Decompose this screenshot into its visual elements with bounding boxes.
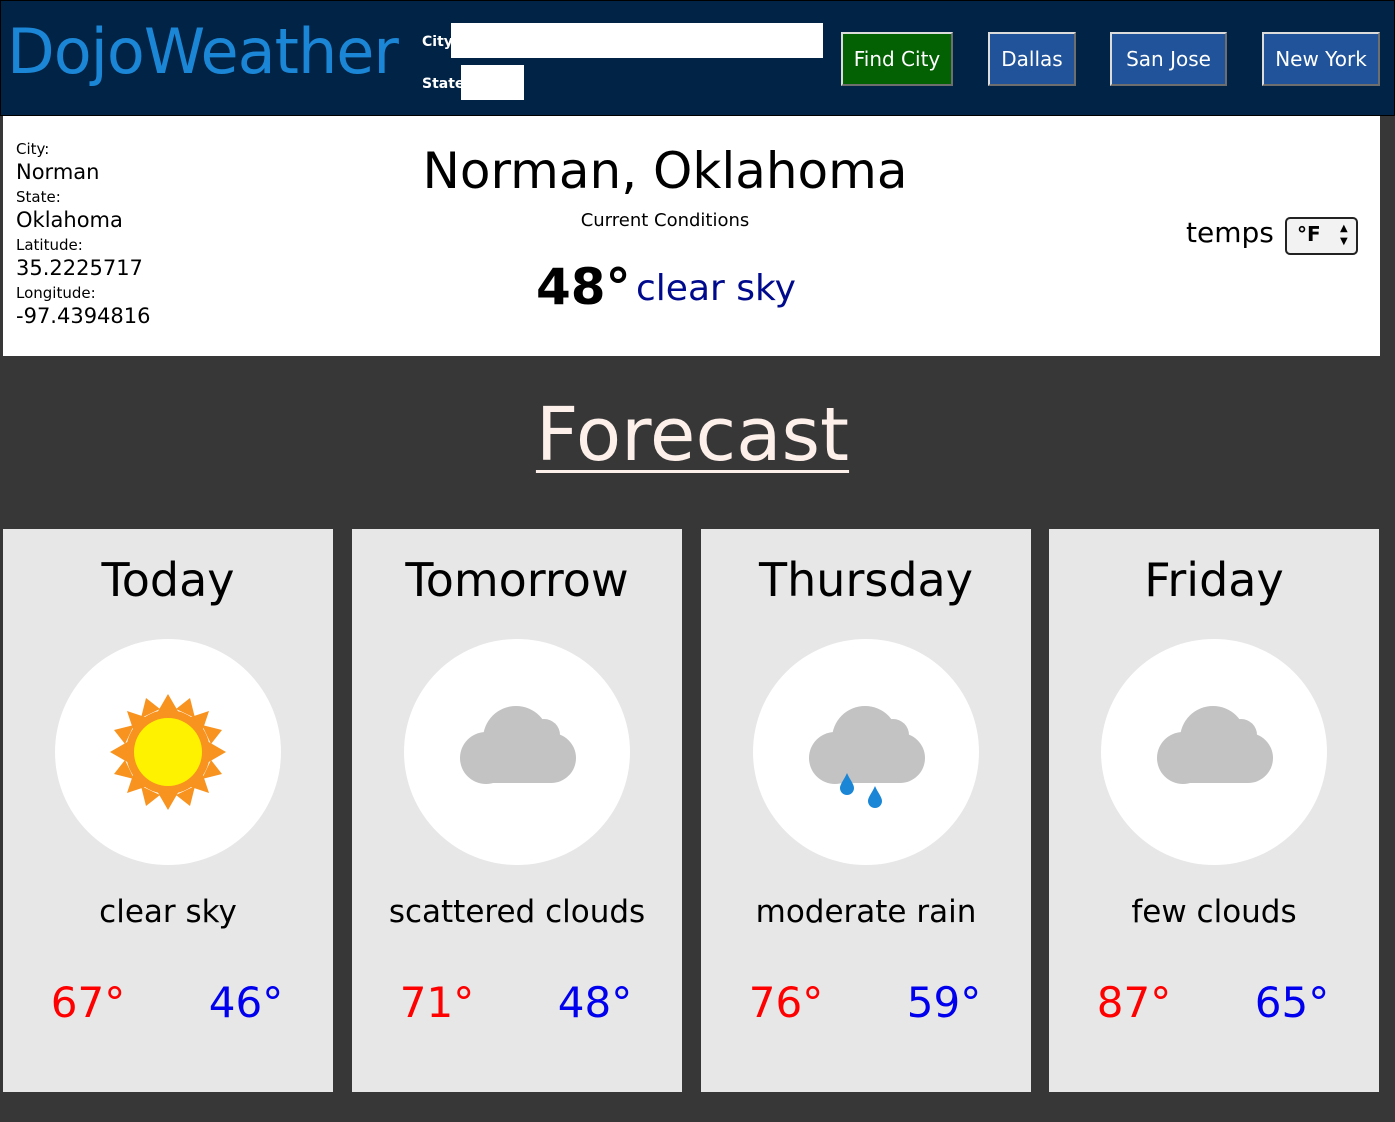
find-city-button[interactable]: Find City bbox=[841, 32, 953, 86]
select-arrows-icon: ▲ ▼ bbox=[1340, 223, 1348, 247]
current-temperature: 48° bbox=[536, 258, 631, 316]
weather-icon-circle bbox=[1101, 639, 1327, 865]
new-york-button[interactable]: New York bbox=[1262, 32, 1380, 86]
dallas-button[interactable]: Dallas bbox=[988, 32, 1076, 86]
weather-icon-circle bbox=[753, 639, 979, 865]
low-temperature: 59° bbox=[906, 978, 982, 1027]
weather-icon-circle bbox=[404, 639, 630, 865]
city-value: Norman bbox=[16, 160, 100, 184]
forecast-card-tomorrow: Tomorrow scattered clouds 71° 48° bbox=[352, 529, 682, 1092]
forecast-heading: Forecast bbox=[535, 392, 850, 478]
low-temperature: 65° bbox=[1254, 978, 1330, 1027]
state-input[interactable] bbox=[461, 65, 524, 100]
top-navbar: DojoWeather City State Find City Dallas … bbox=[0, 0, 1395, 116]
low-temperature: 48° bbox=[557, 978, 633, 1027]
state-value: Oklahoma bbox=[16, 208, 123, 232]
latitude-value: 35.2225717 bbox=[16, 256, 143, 280]
latitude-label: Latitude: bbox=[16, 236, 83, 254]
low-temperature: 46° bbox=[208, 978, 284, 1027]
unit-select-value: °F bbox=[1297, 222, 1321, 246]
current-conditions-panel: City: Norman State: Oklahoma Latitude: 3… bbox=[3, 116, 1380, 356]
forecast-card-thursday: Thursday moderate rain 76° 59° bbox=[701, 529, 1031, 1092]
location-title: Norman, Oklahoma bbox=[422, 142, 908, 200]
current-conditions-label: Current Conditions bbox=[580, 210, 750, 231]
forecast-description: moderate rain bbox=[755, 894, 977, 930]
weather-icon-circle bbox=[55, 639, 281, 865]
forecast-day: Friday bbox=[1144, 553, 1284, 607]
cloud-icon bbox=[1157, 706, 1273, 784]
forecast-day: Today bbox=[101, 553, 235, 607]
forecast-day: Tomorrow bbox=[405, 553, 629, 607]
state-label: State: bbox=[16, 188, 61, 206]
high-temperature: 71° bbox=[399, 978, 475, 1027]
high-temperature: 87° bbox=[1096, 978, 1172, 1027]
cloud-icon bbox=[460, 706, 576, 784]
sun-icon bbox=[110, 694, 226, 810]
longitude-label: Longitude: bbox=[16, 284, 96, 302]
current-description: clear sky bbox=[636, 268, 796, 309]
logo: DojoWeather bbox=[7, 15, 399, 88]
forecast-description: scattered clouds bbox=[388, 894, 646, 930]
city-input-label: City bbox=[422, 34, 453, 50]
state-input-label: State bbox=[422, 76, 465, 92]
forecast-description: clear sky bbox=[99, 894, 237, 930]
rain-cloud-icon bbox=[809, 706, 925, 808]
city-input[interactable] bbox=[451, 23, 823, 58]
unit-select[interactable]: °F ▲ ▼ bbox=[1285, 217, 1358, 255]
high-temperature: 67° bbox=[50, 978, 126, 1027]
high-temperature: 76° bbox=[748, 978, 824, 1027]
temps-label: temps bbox=[1186, 216, 1274, 249]
city-label: City: bbox=[16, 140, 50, 158]
san-jose-button[interactable]: San Jose bbox=[1110, 32, 1227, 86]
forecast-description: few clouds bbox=[1131, 894, 1297, 930]
longitude-value: -97.4394816 bbox=[16, 304, 151, 328]
forecast-day: Thursday bbox=[759, 553, 973, 607]
forecast-card-today: Today clear sky 67° 46° bbox=[3, 529, 333, 1092]
forecast-card-friday: Friday few clouds 87° 65° bbox=[1049, 529, 1379, 1092]
